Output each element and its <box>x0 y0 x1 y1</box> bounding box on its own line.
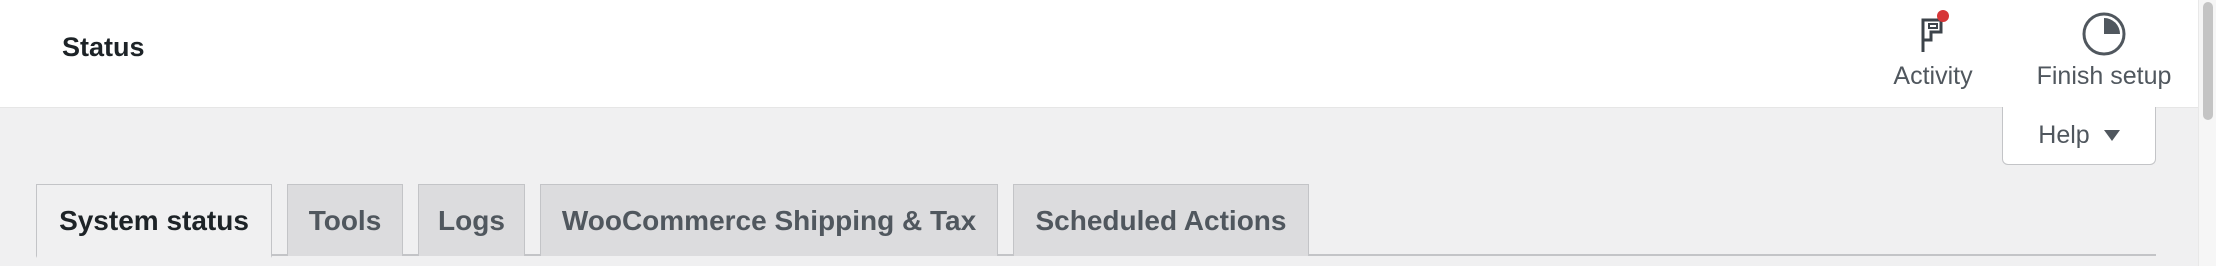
help-button[interactable]: Help <box>2002 107 2156 165</box>
finish-setup-label: Finish setup <box>2036 62 2172 90</box>
tab-system-status[interactable]: System status <box>36 184 272 258</box>
tab-woocommerce-shipping-tax[interactable]: WooCommerce Shipping & Tax <box>540 184 998 256</box>
progress-pie-icon <box>2080 10 2128 58</box>
header-bar: Status Activity Finish setup <box>0 0 2198 108</box>
page-title: Status <box>62 32 145 62</box>
help-label: Help <box>2038 121 2090 149</box>
tab-scheduled-actions[interactable]: Scheduled Actions <box>1013 184 1309 256</box>
vertical-scrollbar[interactable] <box>2198 0 2216 266</box>
finish-setup-button[interactable]: Finish setup <box>2018 0 2190 108</box>
caret-down-icon <box>2103 130 2120 141</box>
tab-tools[interactable]: Tools <box>287 184 403 256</box>
notification-dot <box>1937 10 1949 22</box>
flag-icon <box>1909 10 1957 58</box>
activity-button[interactable]: Activity <box>1880 0 1986 108</box>
scroll-thumb[interactable] <box>2203 2 2213 120</box>
activity-label: Activity <box>1893 62 1973 90</box>
tab-logs[interactable]: Logs <box>418 184 525 256</box>
